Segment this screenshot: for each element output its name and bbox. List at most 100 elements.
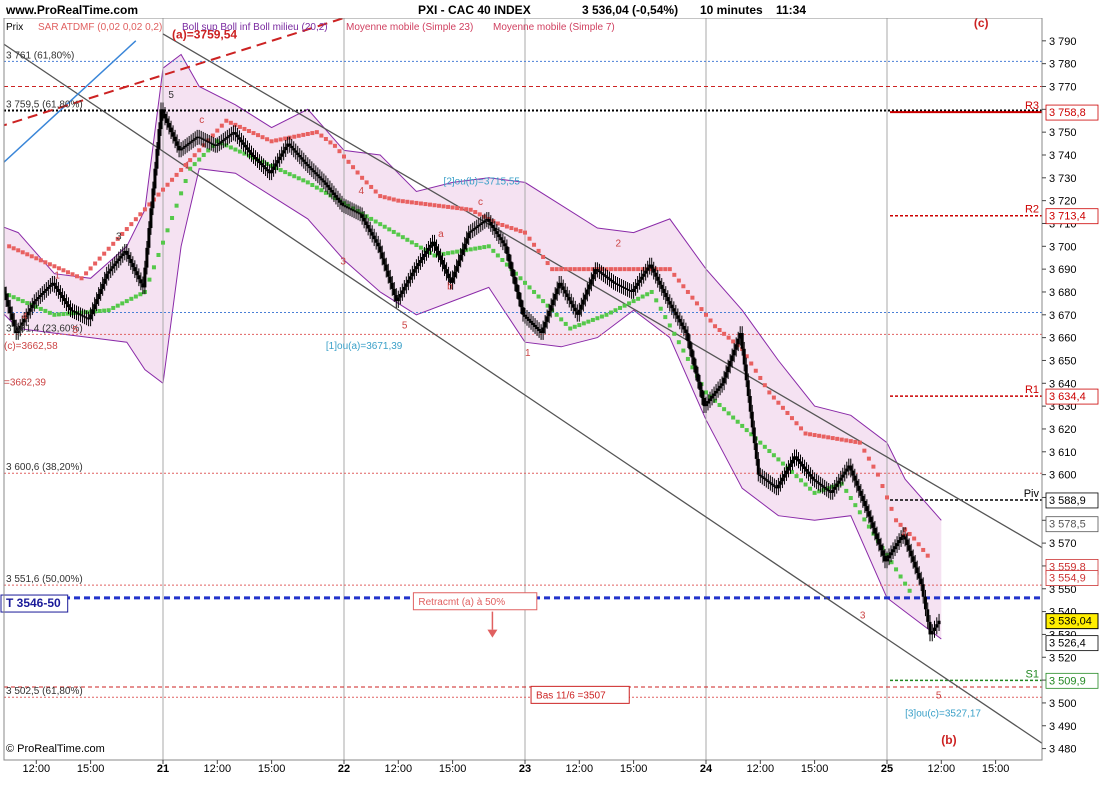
y-tick-label: 3 520 <box>1049 652 1077 664</box>
annotation-label: [2]ou(b)=3715,55 <box>444 177 521 188</box>
y-tick-label: 3 750 <box>1049 127 1077 139</box>
candle-body <box>841 474 845 478</box>
sar-dot-red <box>767 390 772 395</box>
sar-dot-red <box>346 159 351 164</box>
sar-dot-red <box>97 256 102 261</box>
y-tick-label: 3 670 <box>1049 310 1077 322</box>
candle-body <box>664 292 668 298</box>
candle-body <box>215 144 219 146</box>
candle-body <box>125 250 129 255</box>
candle-body <box>358 213 362 215</box>
site-url[interactable]: www.ProRealTime.com <box>5 3 138 17</box>
candle-body <box>861 495 865 501</box>
candle-body <box>83 316 87 318</box>
candle-body <box>48 284 52 287</box>
annotation-label: Bas 11/6 =3507 <box>536 690 606 701</box>
sar-dot-red <box>179 167 184 172</box>
candle-body <box>535 326 539 330</box>
candle-body <box>46 286 50 289</box>
sar-dot-red <box>342 154 346 159</box>
sar-dot-red <box>156 192 161 197</box>
annotation-label: c <box>478 197 483 208</box>
candle-body <box>549 305 553 311</box>
sar-dot-green <box>391 229 396 234</box>
candle-body <box>233 132 237 135</box>
candle-body <box>111 266 115 269</box>
sar-dot-green <box>102 308 107 313</box>
candle-body <box>919 578 923 585</box>
sar-dot-green <box>138 292 143 297</box>
candle-body <box>314 172 318 175</box>
value-tag-label: 3 713,4 <box>1049 211 1086 223</box>
sar-dot-green <box>382 224 387 229</box>
sar-dot-red <box>197 148 202 153</box>
candle-body <box>382 258 386 265</box>
candle-body <box>611 281 615 283</box>
candle-body <box>676 315 680 319</box>
candle-body <box>420 256 424 261</box>
candle-body <box>455 266 459 272</box>
candle-body <box>278 156 282 161</box>
candle-body <box>328 187 332 190</box>
sar-dot-green <box>631 299 636 304</box>
legend-prix[interactable]: Prix <box>6 22 23 33</box>
legend-sar[interactable]: SAR ATDMF (0,02 0,02 0,2) <box>38 22 162 33</box>
candle-body <box>805 469 809 472</box>
sar-dot-green <box>446 251 451 256</box>
sar-dot-red <box>228 120 233 125</box>
candle-body <box>292 148 296 151</box>
candle-body <box>274 163 278 167</box>
candle-body <box>881 550 885 556</box>
sar-dot-green <box>704 390 708 395</box>
candle-body <box>304 161 308 165</box>
candle-body <box>428 244 432 248</box>
candle-body <box>537 329 541 332</box>
sar-dot-red <box>694 301 699 306</box>
candle-body <box>334 195 338 198</box>
candle-body <box>577 309 581 315</box>
candle-body <box>165 118 169 124</box>
sar-dot-green <box>532 289 537 294</box>
candle-body <box>853 475 857 481</box>
candle-body <box>869 516 873 523</box>
sar-dot-green <box>405 237 410 242</box>
sar-dot-red <box>409 200 414 205</box>
candle-body <box>388 276 392 283</box>
candle-body <box>211 143 215 145</box>
candle-body <box>616 283 620 285</box>
sar-dot-red <box>47 262 52 267</box>
candle-body <box>609 279 613 282</box>
candle-body <box>770 483 774 486</box>
candle-body <box>895 543 899 547</box>
candle-body <box>254 157 258 160</box>
candle-body <box>416 263 420 267</box>
legend-mm23[interactable]: Moyenne mobile (Simple 23) <box>346 22 473 33</box>
price-chart[interactable]: 3 761 (61,80%) 3 759,5 (61,80%) R3 R2 3 661,… <box>0 0 1100 800</box>
candle-body <box>581 299 585 305</box>
sar-dot-red <box>111 241 116 246</box>
candle-body <box>71 310 74 312</box>
sar-dot-red <box>821 434 826 439</box>
candle-body <box>766 480 770 483</box>
candle-body <box>40 292 44 296</box>
sar-dot-green <box>418 245 423 250</box>
candle-body <box>827 489 831 492</box>
x-tick-label: 15:00 <box>620 763 648 775</box>
candle-body <box>851 470 855 476</box>
value-tag-label: 3 758,8 <box>1049 107 1086 119</box>
candle-body <box>547 310 551 317</box>
sar-dot-green <box>812 490 817 495</box>
candle-body <box>483 220 487 222</box>
legend-bollinger[interactable]: Boll sup Boll inf Boll milieu (20,2) <box>182 22 328 33</box>
candle-body <box>95 299 99 305</box>
candle-body <box>467 232 471 239</box>
sar-dot-red <box>862 448 867 453</box>
candle-body <box>91 309 95 315</box>
sar-dot-red <box>708 318 713 323</box>
candle-body <box>706 401 710 404</box>
candle-body <box>809 474 813 477</box>
sar-dot-green <box>649 289 654 294</box>
candle-body <box>105 273 109 279</box>
legend-mm7[interactable]: Moyenne mobile (Simple 7) <box>493 22 615 33</box>
candle-body <box>225 136 229 139</box>
